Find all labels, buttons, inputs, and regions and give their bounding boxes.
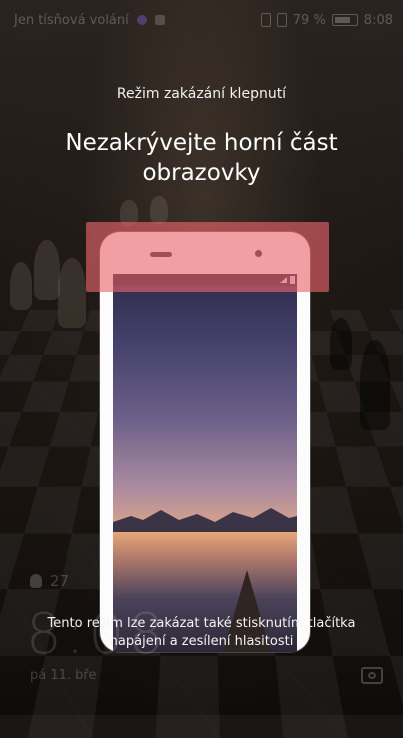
status-bar: Jen tísňová volání 79 % 8:08 — [0, 0, 403, 40]
mountains-image — [113, 508, 297, 534]
chess-piece — [10, 262, 32, 310]
lockscreen-date: pá 11. bře — [30, 668, 97, 683]
camera-icon[interactable] — [361, 667, 383, 684]
hint-line-2: napájení a zesílení hlasitosti — [109, 634, 294, 649]
top-area-highlight — [86, 222, 329, 292]
chess-piece — [58, 258, 86, 328]
battery-percent: 79 % — [292, 12, 326, 28]
sim-icon — [260, 13, 271, 27]
headline: Nezakrývejte horní část obrazovky — [65, 130, 338, 186]
notification-icon — [136, 15, 147, 25]
disable-hint: Tento režim lze zakázat také stisknutím … — [20, 615, 383, 651]
step-counter: 27 — [30, 572, 69, 590]
battery-icon — [331, 14, 358, 26]
chess-piece — [150, 196, 168, 224]
phone-screen-image — [113, 274, 297, 652]
chess-piece — [360, 340, 390, 430]
chess-piece — [34, 240, 60, 300]
mode-title: Režim zakázání klepnutí — [116, 86, 287, 102]
phone-illustration — [100, 232, 310, 652]
app-icon — [154, 15, 165, 25]
sim-icon — [276, 13, 287, 27]
carrier-text: Jen tísňová volání — [14, 12, 129, 28]
chess-piece — [330, 318, 352, 370]
footsteps-icon — [30, 574, 42, 588]
hint-line-1: Tento režim lze zakázat také stisknutím … — [47, 616, 356, 631]
status-time: 8:08 — [363, 12, 393, 28]
step-count: 27 — [50, 572, 70, 590]
